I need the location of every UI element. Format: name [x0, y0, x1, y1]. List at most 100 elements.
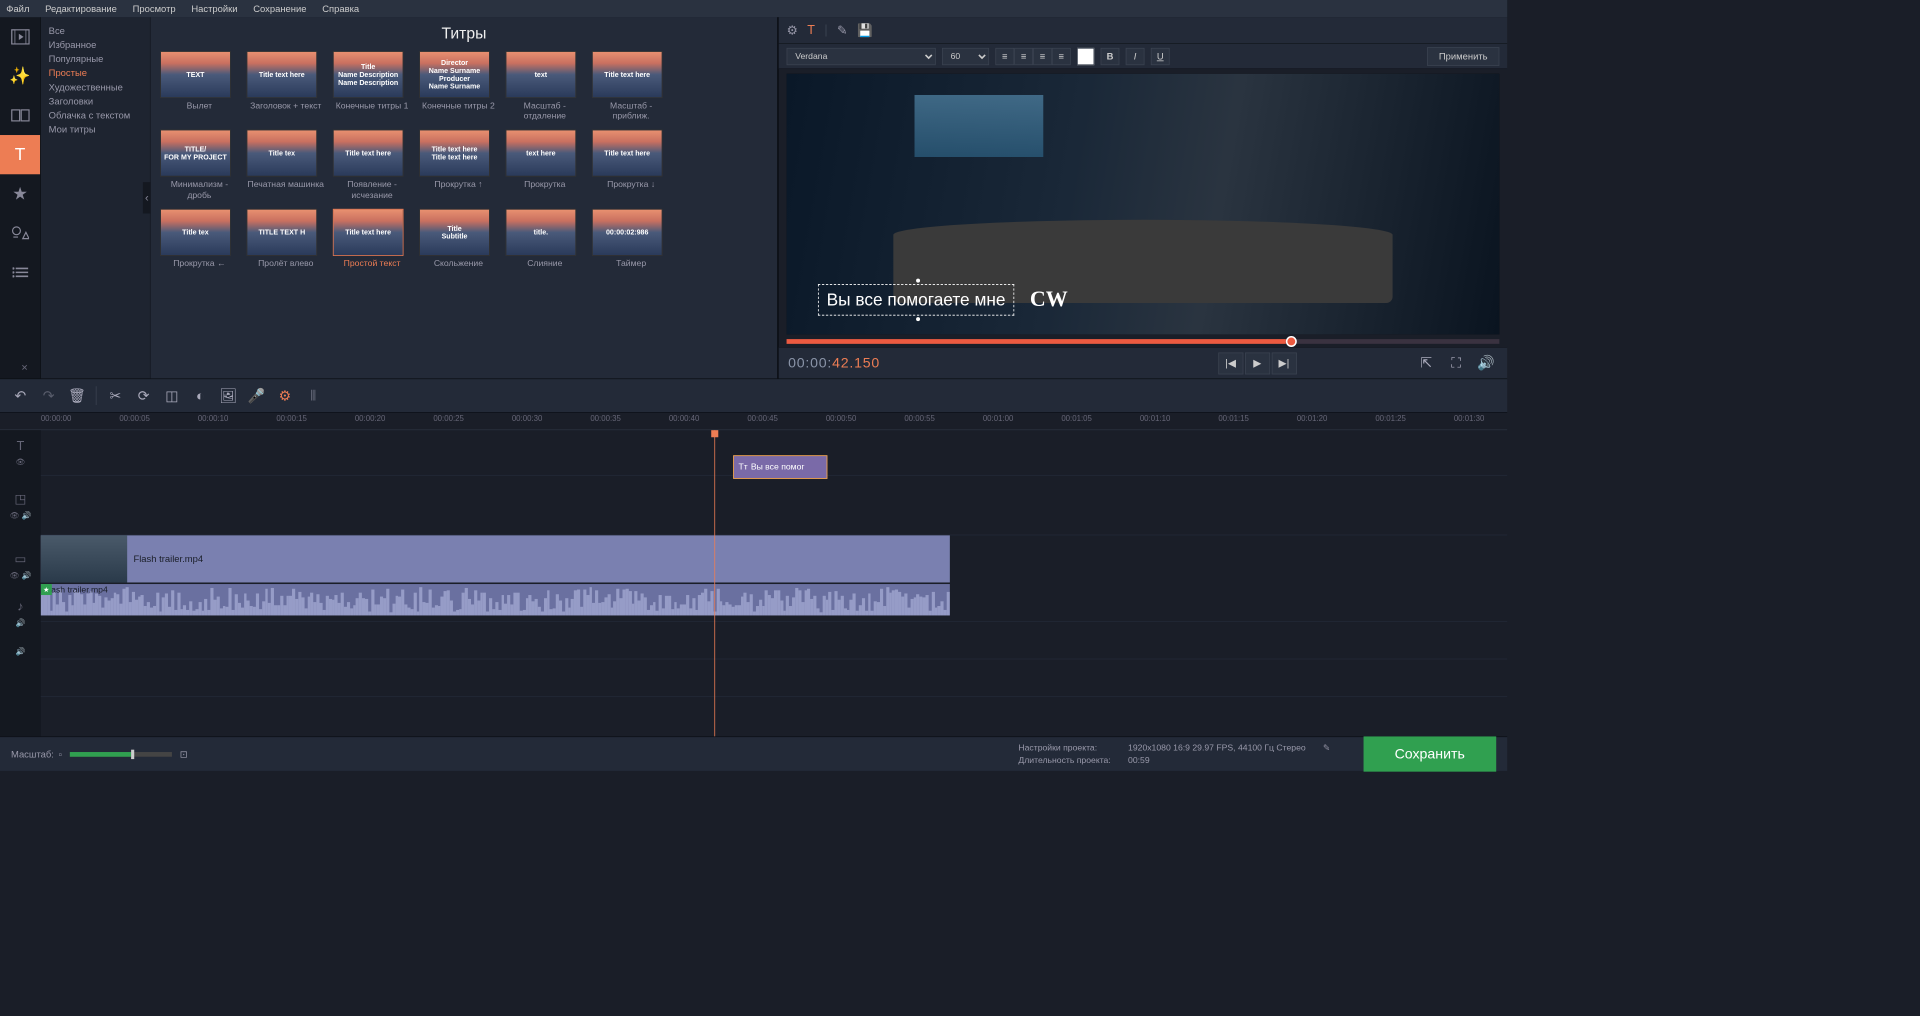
video-clip[interactable]: Flash trailer.mp4: [41, 535, 950, 582]
text-properties-icon[interactable]: T: [807, 23, 815, 37]
volume-button[interactable]: 🔊: [1474, 352, 1498, 374]
redo-button[interactable]: ↷: [36, 383, 61, 408]
overlay-track[interactable]: [41, 476, 1507, 536]
preset-thumbnail: Title text here: [592, 130, 663, 177]
titles-tool[interactable]: T: [0, 135, 40, 174]
category-item[interactable]: Художественные: [41, 80, 150, 94]
apply-button[interactable]: Применить: [1427, 47, 1499, 66]
title-track-label[interactable]: T👁: [0, 430, 41, 476]
title-preset[interactable]: Title text hereTitle text hereПрокрутка …: [419, 130, 498, 201]
music-track[interactable]: [41, 622, 1507, 660]
transitions-tool[interactable]: [0, 96, 40, 135]
category-item[interactable]: Избранное: [41, 38, 150, 52]
audio2-track-label[interactable]: 🔊: [0, 633, 41, 671]
title-preset[interactable]: TitleSubtitleСкольжение: [419, 209, 498, 270]
crop-button[interactable]: ◫: [159, 383, 184, 408]
align-justify-button[interactable]: ≡: [1052, 47, 1071, 64]
category-item[interactable]: Популярные: [41, 52, 150, 66]
font-family-select[interactable]: Verdana: [787, 47, 936, 64]
title-preset[interactable]: TITLE/FOR MY PROJECTМинимализм - дробь: [160, 130, 239, 201]
next-button[interactable]: ▶|: [1271, 352, 1296, 374]
preset-label: Вылет: [160, 101, 239, 111]
collapse-handle[interactable]: ‹: [143, 182, 151, 213]
save-button[interactable]: Сохранить: [1363, 736, 1496, 771]
title-preset[interactable]: title.Слияние: [506, 209, 585, 270]
save-preset-icon[interactable]: 💾: [857, 22, 873, 38]
color-picker-icon[interactable]: ✎: [837, 22, 848, 38]
delete-button[interactable]: 🗑: [64, 383, 89, 408]
video-track-label[interactable]: ▭👁 🔊: [0, 535, 41, 595]
cut-button[interactable]: ✂: [103, 383, 128, 408]
title-preset[interactable]: TEXTВылет: [160, 51, 239, 122]
title-preset[interactable]: Title text hereПрокрутка ↓: [592, 130, 671, 201]
font-size-select[interactable]: 60: [942, 47, 989, 64]
category-item[interactable]: Облачка с текстом: [41, 108, 150, 122]
title-preset[interactable]: Title text hereМасштаб - приближ.: [592, 51, 671, 122]
clip-settings-button[interactable]: ⚙: [272, 383, 297, 408]
align-right-button[interactable]: ≡: [1033, 47, 1052, 64]
video-track[interactable]: Flash trailer.mp4 ★ Flash trailer.mp4: [41, 535, 1507, 621]
menu-Файл[interactable]: Файл: [6, 3, 29, 14]
title-preset[interactable]: 00:00:02:986Таймер: [592, 209, 671, 270]
menu-Редактирование[interactable]: Редактирование: [45, 3, 117, 14]
title-preset[interactable]: TITLE TEXT HПролёт влево: [246, 209, 325, 270]
title-track[interactable]: TᴛВы все помог: [41, 430, 1507, 476]
zoom-fit-icon[interactable]: ⊡: [180, 748, 188, 759]
text-tools-tabs: ⚙ T | ✎ 💾: [779, 17, 1507, 44]
category-item[interactable]: Заголовки: [41, 94, 150, 108]
title-preset[interactable]: Title text hereПоявление - исчезание: [333, 130, 412, 201]
title-preset[interactable]: textМасштаб - отдаление: [506, 51, 585, 122]
transport-bar: 00:00:42.150 |◀ ▶ ▶| ⇱ ⛶ 🔊: [779, 347, 1507, 378]
title-preset[interactable]: TitleName DescriptionName DescriptionКон…: [333, 51, 412, 122]
rotate-button[interactable]: ⟳: [131, 383, 156, 408]
prev-button[interactable]: |◀: [1218, 352, 1243, 374]
title-overlay-text[interactable]: Вы все помогаете мне: [818, 284, 1014, 315]
menu-Сохранение[interactable]: Сохранение: [253, 3, 306, 14]
more-tool[interactable]: [0, 253, 40, 292]
clip-properties-icon[interactable]: ⚙: [787, 22, 798, 38]
category-item[interactable]: Мои титры: [41, 122, 150, 136]
category-item[interactable]: Все: [41, 24, 150, 38]
bold-button[interactable]: B: [1101, 47, 1120, 64]
fullscreen-button[interactable]: ⛶: [1444, 352, 1468, 374]
audio-clip[interactable]: ★ Flash trailer.mp4: [41, 584, 950, 615]
filters-tool[interactable]: ✨: [0, 57, 40, 96]
shapes-tool[interactable]: [0, 214, 40, 253]
extra-audio-track[interactable]: [41, 659, 1507, 697]
playhead[interactable]: [714, 430, 715, 736]
overlay-track-label[interactable]: ◳👁 🔊: [0, 476, 41, 536]
menu-Просмотр[interactable]: Просмотр: [133, 3, 176, 14]
title-preset[interactable]: Title text hereЗаголовок + текст: [246, 51, 325, 122]
menu-Справка[interactable]: Справка: [322, 3, 359, 14]
text-color-swatch[interactable]: [1077, 47, 1094, 64]
zoom-slider[interactable]: [70, 752, 172, 757]
title-preset[interactable]: Title texПрокрутка ←: [160, 209, 239, 270]
export-frame-button[interactable]: ⇱: [1415, 352, 1439, 374]
menu-Настройки[interactable]: Настройки: [191, 3, 237, 14]
preview-monitor[interactable]: Вы все помогаете мне CW: [787, 74, 1500, 335]
record-audio-button[interactable]: 🎤: [244, 383, 269, 408]
align-center-button[interactable]: ≡: [1014, 47, 1033, 64]
picture-button[interactable]: 🖼: [216, 383, 241, 408]
edit-settings-icon[interactable]: ✎: [1315, 742, 1338, 754]
italic-button[interactable]: I: [1126, 47, 1145, 64]
stickers-tool[interactable]: ★: [0, 174, 40, 213]
title-preset[interactable]: DirectorName SurnameProducerName Surname…: [419, 51, 498, 122]
search-input[interactable]: 🔍✕: [0, 360, 36, 376]
timeline-ruler[interactable]: 00:00:0000:00:0500:00:1000:00:1500:00:20…: [0, 413, 1507, 430]
title-preset[interactable]: text hereПрокрутка: [506, 130, 585, 201]
preview-scrubber[interactable]: [787, 339, 1500, 344]
zoom-out-icon[interactable]: ▫: [59, 748, 62, 759]
color-adjust-button[interactable]: ◐: [188, 383, 213, 408]
undo-button[interactable]: ↶: [8, 383, 33, 408]
preset-thumbnail: TitleName DescriptionName Description: [333, 51, 404, 98]
media-tool[interactable]: [0, 17, 40, 56]
title-preset[interactable]: Title texПечатная машинка: [246, 130, 325, 201]
play-button[interactable]: ▶: [1245, 352, 1270, 374]
equalizer-button[interactable]: ⫴: [301, 383, 326, 408]
align-left-button[interactable]: ≡: [995, 47, 1014, 64]
underline-button[interactable]: U: [1151, 47, 1170, 64]
title-preset[interactable]: Title text hereПростой текст: [333, 209, 412, 270]
category-item[interactable]: Простые: [41, 66, 150, 80]
music-track-label[interactable]: ♪🔊: [0, 595, 41, 633]
